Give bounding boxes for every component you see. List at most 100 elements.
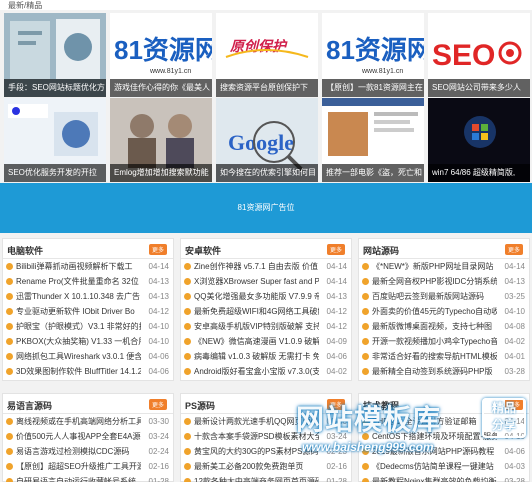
list-item[interactable]: 12款各种大中高端商务网页首页源码 01-28 <box>181 474 351 482</box>
item-date: 04-03 <box>504 462 525 471</box>
item-title[interactable]: 最新教程Nginx集群高效的负载均衡 <box>372 474 497 482</box>
list-item[interactable]: 专业驱动更新软件 IObit Driver Bo 04-12 <box>3 304 173 319</box>
list-item[interactable]: 非常适合好看的搜索导航HTML模板 04-01 <box>359 349 529 364</box>
tile-caption: 【原创】一款81资源网主在 <box>322 79 424 97</box>
watermark-badge: 精品 分享 <box>482 398 526 438</box>
thumbnail-tile[interactable]: Emlog增加增加搜索默功能 <box>110 98 212 182</box>
list-item[interactable]: 病毒编辑 v1.0.3 破解版 无需打卡 免 04-06 <box>181 349 351 364</box>
item-date: 04-09 <box>326 337 347 346</box>
panel-header: 电脑软件 更多 <box>3 239 173 259</box>
item-title[interactable]: 安卓高级手机版VIP特别版破解 支持 <box>194 319 319 334</box>
panel-header: 安卓软件 更多 <box>181 239 351 259</box>
item-title[interactable]: 最新精全自动签到系统源码PHP版 <box>372 364 497 379</box>
item-title[interactable]: 离线视频或在手机高端网络分析工具 <box>16 414 141 429</box>
item-title[interactable]: Android版好看宝盒小宝版 v7.3.0(支 <box>194 364 319 379</box>
bullet-icon <box>6 263 13 270</box>
item-title[interactable]: 护眼宝（护眼模式）V3.1 非常好的护 <box>16 319 141 334</box>
item-title[interactable]: QQ美化增强最女多功能版 V7.9.9 帝 <box>194 289 319 304</box>
list-item[interactable]: 最新教程Nginx集群高效的负载均衡 03-28 <box>359 474 529 482</box>
item-title[interactable]: 《Dedecms仿站简单课程一键建站 <box>372 459 497 474</box>
list-item[interactable]: 离线视频或在手机高端网络分析工具 03-30 <box>3 414 173 429</box>
list-item[interactable]: 3D效果图制作软件 BluffTitler 14.1.2. 04-06 <box>3 364 173 379</box>
item-date: 04-06 <box>326 352 347 361</box>
item-title[interactable]: Zine创作神器 v5.7.1 自由去版 价值 <box>194 259 319 274</box>
thumbnail-tile[interactable]: 81资源网 www.81y1.cn 游戏佳作心得的你《最美人 <box>110 13 212 97</box>
more-button[interactable]: 更多 <box>148 244 167 255</box>
list-item[interactable]: 《NEW》微信高速漫画 V1.0.9 破解版 04-09 <box>181 334 351 349</box>
tile-caption: 手段：SEO网站标题优化方 <box>4 79 106 97</box>
item-title[interactable]: Bilibili弹幕抓动画视频解析下载工 <box>16 259 141 274</box>
more-button[interactable]: 更多 <box>504 244 523 255</box>
item-title[interactable]: 《NEW》微信高速漫画 V1.0.9 破解版 <box>194 334 319 349</box>
list-item[interactable]: 自研易语言自动运行收藏帐号系统 01-28 <box>3 474 173 482</box>
ad-banner[interactable]: 81资源网广告位 <box>0 183 532 233</box>
item-title[interactable]: 自研易语言自动运行收藏帐号系统 <box>16 474 141 482</box>
item-title[interactable]: PKBOX(大众抽奖箱) V1.33 一机合用 <box>16 334 141 349</box>
item-title[interactable]: 病毒编辑 v1.0.3 破解版 无需打卡 免 <box>194 349 319 364</box>
list-item[interactable]: 开源一款视频播加小鸡伞Typecho音 04-02 <box>359 334 529 349</box>
item-title[interactable]: 百度贴吧云签到最新版网站源码 <box>372 289 497 304</box>
item-title[interactable]: 开源一款视频播加小鸡伞Typecho音 <box>372 334 497 349</box>
item-title[interactable]: 网络抓包工具Wireshark v3.0.1 便含 <box>16 349 141 364</box>
list-item[interactable]: 【原创】超超SEO升级推广工具开源 02-16 <box>3 459 173 474</box>
item-title[interactable]: 外面卖的价值45元的Typecho自动收 <box>372 304 497 319</box>
list-item[interactable]: 最新版微博桌面视频，支持七种图 04-08 <box>359 319 529 334</box>
thumbnail-tile[interactable]: 81资源网 www.81y1.cn 【原创】一款81资源网主在 <box>322 13 424 97</box>
thumbnail-tile[interactable]: Google 如今搜在的优索引擎如何目 <box>216 98 318 182</box>
item-title[interactable]: 【原创】超超SEO升级推广工具开源 <box>16 459 141 474</box>
list-item[interactable]: 最新美工必备200款免费跑单页 02-16 <box>181 459 351 474</box>
list-item[interactable]: Android版好看宝盒小宝版 v7.3.0(支 04-02 <box>181 364 351 379</box>
list-item[interactable]: 百度贴吧云签到最新版网站源码 03-25 <box>359 289 529 304</box>
list-item[interactable]: QQ美化增强最女多功能版 V7.9.9 帝 04-13 <box>181 289 351 304</box>
thumbnail-tile[interactable]: SEO SEO网站公司带来多少人 <box>428 13 530 97</box>
list-item[interactable]: 安卓高级手机版VIP特别版破解 支持 04-12 <box>181 319 351 334</box>
bullet-icon <box>6 353 13 360</box>
item-title[interactable]: X浏览器XBrowser Super fast and P <box>194 274 319 289</box>
more-button[interactable]: 更多 <box>148 399 167 410</box>
item-title[interactable]: 最新全网音权PHP影视IDC分销系统 <box>372 274 497 289</box>
panel-pc-software: 电脑软件 更多 Bilibili弹幕抓动画视频解析下载工 04-14 Rename … <box>2 238 174 381</box>
item-title[interactable]: 最新免费超级WIFI和4G网络工具破解 <box>194 304 319 319</box>
item-date: 04-10 <box>504 307 525 316</box>
svg-text:www.81y1.cn: www.81y1.cn <box>361 68 403 75</box>
bullet-icon <box>6 293 13 300</box>
item-title[interactable]: 迅雷Thunder X 10.1.10.348 去广告 <box>16 289 141 304</box>
bullet-icon <box>6 308 13 315</box>
list-item[interactable]: Bilibili弹幕抓动画视频解析下载工 04-14 <box>3 259 173 274</box>
tile-caption: SEO网站公司带来多少人 <box>428 79 530 97</box>
list-item[interactable]: 《Dedecms仿站简单课程一键建站 04-03 <box>359 459 529 474</box>
list-item[interactable]: Rename Pro(文件批量重命名 32位 6 04-13 <box>3 274 173 289</box>
list-item[interactable]: 网络抓包工具Wireshark v3.0.1 便含 04-06 <box>3 349 173 364</box>
bullet-icon <box>184 353 191 360</box>
item-title[interactable]: Rename Pro(文件批量重命名 32位 6 <box>16 274 141 289</box>
list-item[interactable]: 《*NEW*》新版PHP网址目录网站 04-14 <box>359 259 529 274</box>
list-item[interactable]: 最新全网音权PHP影视IDC分销系统 04-13 <box>359 274 529 289</box>
list-item[interactable]: 最新免费超级WIFI和4G网络工具破解 04-12 <box>181 304 351 319</box>
thumbnail-tile[interactable]: win7 64/86 超级精简版, <box>428 98 530 182</box>
list-item[interactable]: 护眼宝（护眼模式）V3.1 非常好的护 04-10 <box>3 319 173 334</box>
thumbnail-tile[interactable]: 原创保护 搜索资源平台原创保护下 <box>216 13 318 97</box>
list-item[interactable]: 外面卖的价值45元的Typecho自动收 04-10 <box>359 304 529 319</box>
list-item[interactable]: PKBOX(大众抽奖箱) V1.33 一机合用 04-10 <box>3 334 173 349</box>
thumbnail-tile[interactable]: SEO优化服务开发的开拉 <box>4 98 106 182</box>
item-title[interactable]: 价值500元人人事视APP全套E4A源码 <box>16 429 141 444</box>
item-title[interactable]: 3D效果图制作软件 BluffTitler 14.1.2. <box>16 364 141 379</box>
list-item[interactable]: Zine创作神器 v5.7.1 自由去版 价值 04-14 <box>181 259 351 274</box>
list-item[interactable]: 迅雷Thunder X 10.1.10.348 去广告 04-13 <box>3 289 173 304</box>
thumbnail-tile[interactable]: 推荐一部电影《盗，死亡和 <box>322 98 424 182</box>
list-item[interactable]: 价值500元人人事视APP全套E4A源码 03-24 <box>3 429 173 444</box>
article-list: Bilibili弹幕抓动画视频解析下载工 04-14 Rename Pro(文件批量… <box>3 259 173 379</box>
item-title[interactable]: 12款各种大中高端商务网页首页源码 <box>194 474 319 482</box>
thumbnail-tile[interactable]: 手段：SEO网站标题优化方 <box>4 13 106 97</box>
bullet-icon <box>6 323 13 330</box>
item-title[interactable]: 非常适合好看的搜索导航HTML模板 <box>372 349 497 364</box>
item-title[interactable]: 专业驱动更新软件 IObit Driver Bo <box>16 304 141 319</box>
item-title[interactable]: 《*NEW*》新版PHP网址目录网站 <box>372 259 497 274</box>
item-title[interactable]: 最新版微博桌面视频，支持七种图 <box>372 319 497 334</box>
item-title[interactable]: 易语言游戏过检测模拟CDC源码 <box>16 444 141 459</box>
item-title[interactable]: 最新美工必备200款免费跑单页 <box>194 459 319 474</box>
list-item[interactable]: 最新精全自动签到系统源码PHP版 03-28 <box>359 364 529 379</box>
more-button[interactable]: 更多 <box>326 244 345 255</box>
list-item[interactable]: X浏览器XBrowser Super fast and P 04-14 <box>181 274 351 289</box>
list-item[interactable]: 易语言游戏过检测模拟CDC源码 02-24 <box>3 444 173 459</box>
